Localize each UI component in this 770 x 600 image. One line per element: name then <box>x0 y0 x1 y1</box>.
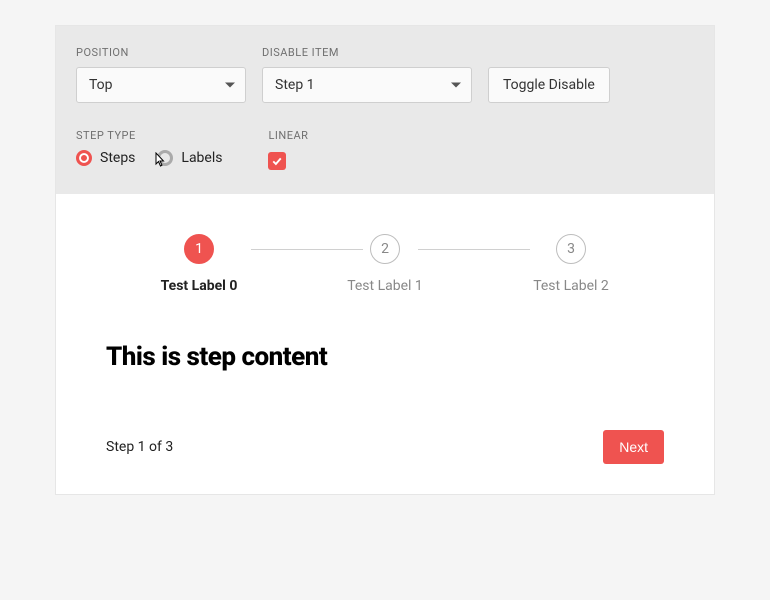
radio-label: Steps <box>100 150 135 166</box>
stepper-step-3: 3 Test Label 2 <box>478 234 664 294</box>
stepper-footer: Step 1 of 3 Next <box>106 430 664 464</box>
step-number: 3 <box>567 241 575 257</box>
chevron-down-icon <box>225 83 235 88</box>
position-select[interactable]: Top <box>76 67 246 103</box>
step-circle[interactable]: 2 <box>370 234 400 264</box>
disable-item-label: DISABLE ITEM <box>262 46 472 59</box>
step-content-heading: This is step content <box>106 342 664 372</box>
position-label: POSITION <box>76 46 246 59</box>
disable-item-select[interactable]: Step 1 <box>262 67 472 103</box>
step-number: 2 <box>381 241 389 257</box>
step-type-radio-steps[interactable]: Steps <box>76 150 135 166</box>
next-button[interactable]: Next <box>603 430 664 464</box>
step-type-radio-group: Steps Labels <box>76 150 222 166</box>
stepper-content: 1 Test Label 0 2 Test Label 1 3 Test Lab… <box>56 194 714 494</box>
radio-icon <box>76 150 92 166</box>
step-number: 1 <box>195 241 203 257</box>
linear-label: LINEAR <box>268 129 308 142</box>
config-panel: POSITION Top DISABLE ITEM Step 1 . Toggl… <box>56 26 714 194</box>
step-circle[interactable]: 1 <box>184 234 214 264</box>
step-label: Test Label 2 <box>533 278 609 294</box>
stepper-connector <box>251 249 363 250</box>
chevron-down-icon <box>451 83 461 88</box>
step-body: This is step content <box>106 342 664 372</box>
step-type-radio-labels[interactable]: Labels <box>157 150 222 166</box>
step-circle[interactable]: 3 <box>556 234 586 264</box>
stepper-step-2: 2 Test Label 1 <box>292 234 478 294</box>
toggle-disable-button-label: Toggle Disable <box>503 77 595 93</box>
next-button-label: Next <box>619 439 648 455</box>
position-select-value: Top <box>89 77 113 93</box>
step-status: Step 1 of 3 <box>106 439 173 455</box>
stepper-step-1: 1 Test Label 0 <box>106 234 292 294</box>
linear-checkbox[interactable] <box>268 152 286 170</box>
step-label: Test Label 1 <box>347 278 423 294</box>
radio-icon <box>157 150 173 166</box>
stepper-connector <box>418 249 530 250</box>
disable-item-select-value: Step 1 <box>275 77 315 93</box>
toggle-disable-button[interactable]: Toggle Disable <box>488 67 610 103</box>
check-icon <box>271 155 283 167</box>
step-label: Test Label 0 <box>161 278 238 294</box>
stepper-demo-card: POSITION Top DISABLE ITEM Step 1 . Toggl… <box>55 25 715 495</box>
radio-label: Labels <box>181 150 222 166</box>
stepper: 1 Test Label 0 2 Test Label 1 3 Test Lab… <box>106 234 664 294</box>
step-type-label: STEP TYPE <box>76 129 222 142</box>
